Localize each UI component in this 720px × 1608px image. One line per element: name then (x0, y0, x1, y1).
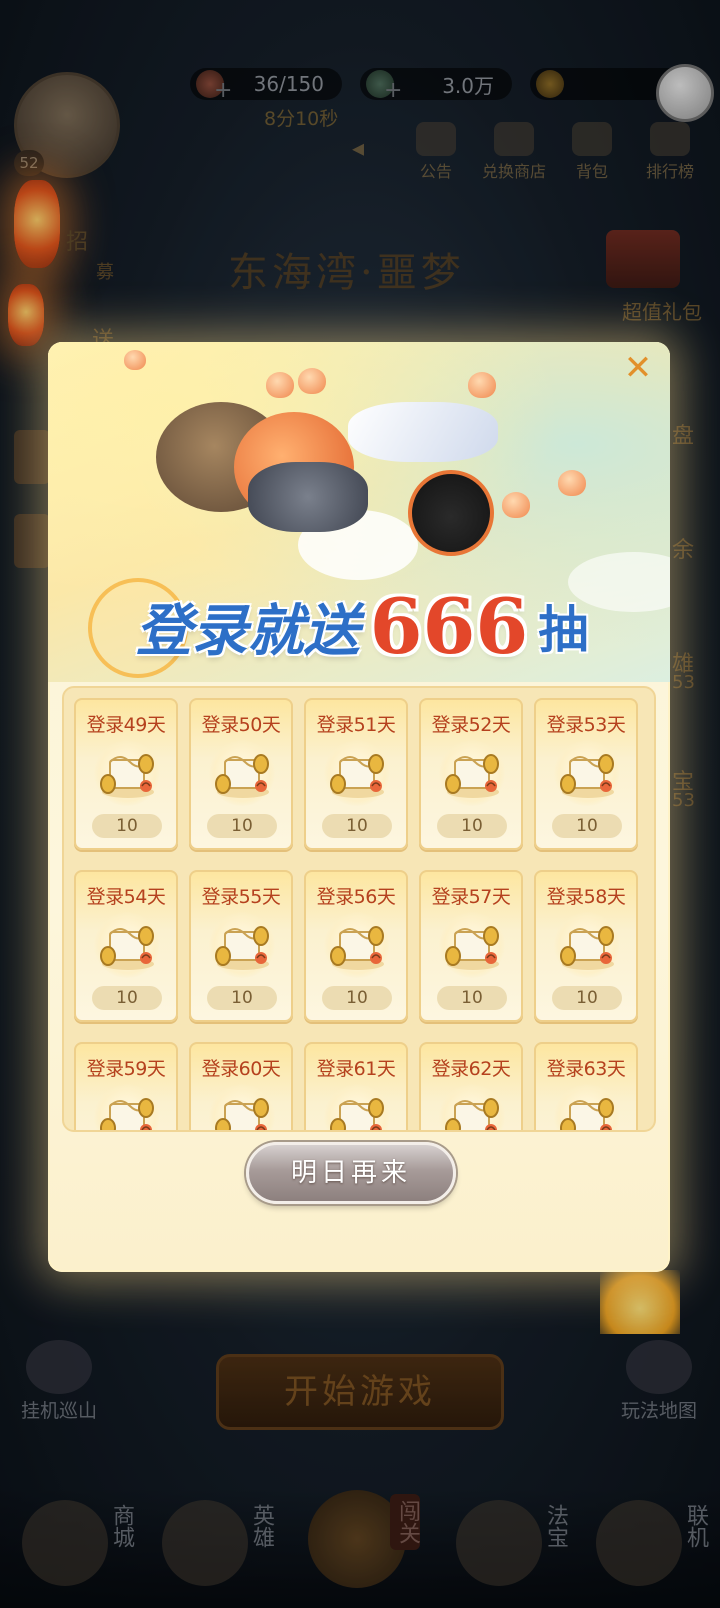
immortal-character (348, 402, 498, 462)
reward-grid: 登录49天 10 登录50天 10 登录51天 10 登录52天 10 登录53天 10 登录54天… (74, 698, 648, 1130)
reward-card[interactable]: 登录52天 10 (419, 698, 523, 850)
reward-day-label: 登录50天 (201, 714, 281, 736)
black-cat-character (408, 470, 494, 556)
reward-count: 10 (437, 986, 507, 1010)
reward-card[interactable]: 登录58天 10 (534, 870, 638, 1022)
reward-day-label: 登录51天 (316, 714, 396, 736)
reward-day-label: 登录58天 (546, 886, 626, 908)
reward-day-label: 登录56天 (316, 886, 396, 908)
reward-card[interactable]: 登录51天 10 (304, 698, 408, 850)
reward-card[interactable]: 登录57天 10 (419, 870, 523, 1022)
reward-card[interactable]: 登录53天 10 (534, 698, 638, 850)
scroll-icon (96, 746, 160, 802)
scroll-icon (326, 1090, 390, 1130)
reward-card[interactable]: 登录54天 10 (74, 870, 178, 1022)
scroll-icon (211, 746, 275, 802)
reward-count: 10 (552, 814, 622, 838)
reward-count: 10 (92, 814, 162, 838)
scroll-icon (211, 918, 275, 974)
reward-count: 10 (552, 986, 622, 1010)
scroll-icon (441, 746, 505, 802)
peach-decoration (124, 350, 146, 370)
reward-day-label: 登录59天 (86, 1058, 166, 1080)
reward-card[interactable]: 登录61天 (304, 1042, 408, 1130)
reward-day-label: 登录57天 (431, 886, 511, 908)
reward-day-label: 登录49天 (86, 714, 166, 736)
peach-decoration (266, 372, 294, 398)
come-back-tomorrow-button[interactable]: 明日再来 (246, 1142, 456, 1204)
reward-day-label: 登录54天 (86, 886, 166, 908)
reward-card[interactable]: 登录50天 10 (189, 698, 293, 850)
reward-day-label: 登录62天 (431, 1058, 511, 1080)
reward-day-label: 登录60天 (201, 1058, 281, 1080)
headline: 登录就送 666 抽 (102, 582, 622, 671)
reward-count: 10 (207, 814, 277, 838)
reward-day-label: 登录53天 (546, 714, 626, 736)
reward-card[interactable]: 登录60天 (189, 1042, 293, 1130)
peach-decoration (298, 368, 326, 394)
headline-text: 登录就送 (135, 597, 360, 664)
reward-day-label: 登录55天 (201, 886, 281, 908)
scroll-icon (211, 1090, 275, 1130)
reward-day-label: 登录52天 (431, 714, 511, 736)
scroll-icon (556, 1090, 620, 1130)
reward-day-label: 登录61天 (316, 1058, 396, 1080)
headline-tail: 抽 (538, 600, 589, 659)
scroll-icon (441, 1090, 505, 1130)
reward-card[interactable]: 登录56天 10 (304, 870, 408, 1022)
close-button[interactable]: ✕ (618, 348, 658, 388)
scroll-icon (556, 746, 620, 802)
scroll-icon (96, 1090, 160, 1130)
reward-card[interactable]: 登录62天 (419, 1042, 523, 1130)
reward-card[interactable]: 登录49天 10 (74, 698, 178, 850)
peach-decoration (468, 372, 496, 398)
reward-count: 10 (207, 986, 277, 1010)
login-reward-modal: 登录就送 666 抽 ✕ 登录49天 10 登录50天 10 登录51天 10 登录52天 1… (48, 342, 670, 1272)
scroll-icon (441, 918, 505, 974)
scroll-icon (556, 918, 620, 974)
banner-illustration: 登录就送 666 抽 (48, 342, 670, 682)
scroll-icon (96, 918, 160, 974)
scroll-icon (326, 746, 390, 802)
headline-number: 666 (369, 581, 529, 671)
scroll-icon (326, 918, 390, 974)
close-icon: ✕ (623, 348, 653, 388)
reward-count: 10 (322, 814, 392, 838)
reward-list[interactable]: 登录49天 10 登录50天 10 登录51天 10 登录52天 10 登录53天 10 登录54天… (62, 686, 656, 1132)
peach-decoration (502, 492, 530, 518)
reward-count: 10 (92, 986, 162, 1010)
reward-card[interactable]: 登录63天 (534, 1042, 638, 1130)
reward-card[interactable]: 登录55天 10 (189, 870, 293, 1022)
pig-character (248, 462, 368, 532)
reward-day-label: 登录63天 (546, 1058, 626, 1080)
reward-card[interactable]: 登录59天 (74, 1042, 178, 1130)
reward-count: 10 (437, 814, 507, 838)
peach-decoration (558, 470, 586, 496)
reward-count: 10 (322, 986, 392, 1010)
